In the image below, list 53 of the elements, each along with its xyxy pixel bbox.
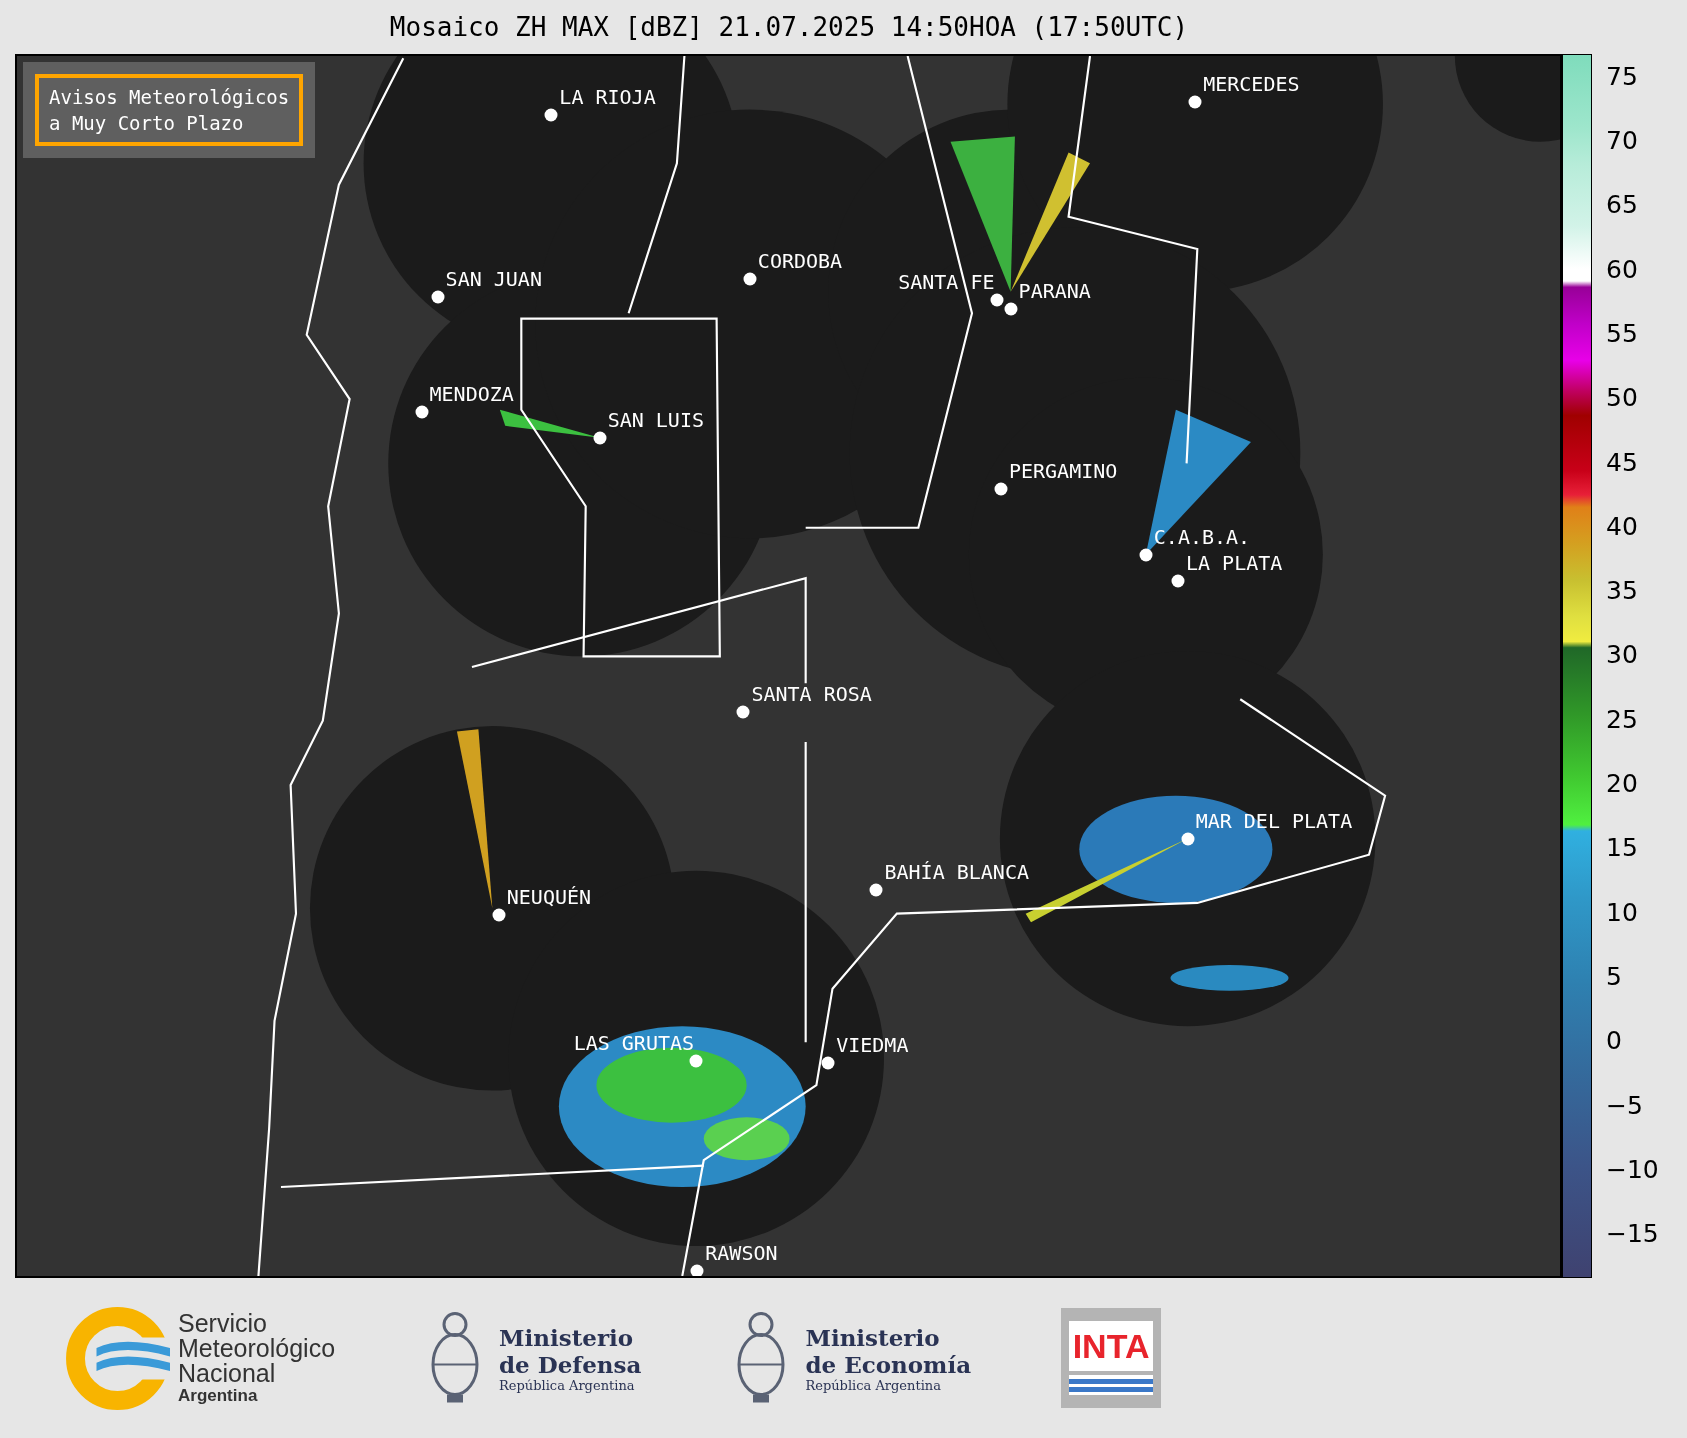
- scale-tick-label: 45: [1606, 447, 1638, 476]
- city-label: VIEDMA: [836, 1032, 909, 1057]
- city-label: PARANA: [1018, 279, 1091, 303]
- scale-tick-label: −15: [1606, 1218, 1659, 1248]
- country-name: República Argentina: [805, 1377, 942, 1393]
- scale-tick-label: −10: [1606, 1154, 1659, 1184]
- scale-tick-label: 10: [1606, 897, 1638, 927]
- country-name: Argentina: [178, 1385, 259, 1406]
- city-marker: [736, 705, 750, 719]
- city-label: LA RIOJA: [559, 84, 656, 109]
- city-label: PERGAMINO: [1008, 459, 1118, 484]
- organization-name: Servicio: [178, 1310, 268, 1336]
- notice-text: a Muy Corto Plazo: [49, 111, 245, 136]
- country-name: República Argentina: [499, 1377, 636, 1393]
- scale-tick-label: 30: [1606, 640, 1638, 669]
- notice-text: Avisos Meteorológicos: [49, 85, 290, 110]
- city-label: SAN JUAN: [445, 267, 542, 292]
- scale-tick-label: 0: [1606, 1025, 1622, 1055]
- swirl-logo-icon: [65, 1305, 170, 1411]
- scale-tick-label: 35: [1606, 575, 1638, 605]
- scale-tick-label: 20: [1606, 768, 1638, 798]
- city-label: SANTA FE: [898, 270, 995, 295]
- ministry-name: de Economía: [805, 1350, 972, 1378]
- city-label: BAHÍA BLANCA: [884, 860, 1029, 885]
- ministry-name: de Defensa: [499, 1350, 642, 1378]
- city-label: LAS GRUTAS: [573, 1030, 695, 1055]
- city-label: SAN LUIS: [607, 407, 704, 432]
- scale-tick-label: 5: [1606, 961, 1622, 991]
- city-marker: [870, 883, 883, 897]
- city-marker: [690, 1264, 704, 1276]
- city-label: SANTA ROSA: [751, 682, 872, 707]
- inta-wordmark: INTA: [1069, 1321, 1154, 1371]
- ministry-name: Ministerio: [499, 1323, 635, 1351]
- scale-tick-label: 55: [1606, 318, 1638, 348]
- map-title: Mosaico ZH MAX [dBZ] 21.07.2025 14:50HOA (17:50UTC): [389, 12, 1189, 42]
- ministry-name: Ministerio: [805, 1323, 941, 1351]
- city-label: NEUQUÉN: [506, 884, 592, 909]
- scale-tick-label: 75: [1606, 61, 1638, 91]
- scale-tick-label: 40: [1606, 511, 1638, 541]
- scale-tick-label: 65: [1606, 189, 1638, 219]
- scale-tick-label: 70: [1606, 125, 1638, 155]
- city-label: MENDOZA: [429, 381, 514, 406]
- city-label: RAWSON: [705, 1240, 778, 1265]
- city-label: CORDOBA: [757, 249, 843, 273]
- stripes-icon: [1069, 1375, 1154, 1395]
- scale-tick-label: 15: [1606, 832, 1638, 862]
- city-label: MERCEDES: [1203, 72, 1300, 97]
- organization-name: Nacional: [178, 1360, 276, 1386]
- scale-tick-label: 50: [1606, 382, 1638, 412]
- scale-tick-label: 60: [1606, 254, 1638, 283]
- city-label: LA PLATA: [1186, 551, 1283, 576]
- scale-tick-label: 25: [1606, 704, 1638, 734]
- scale-tick-label: −5: [1606, 1090, 1643, 1120]
